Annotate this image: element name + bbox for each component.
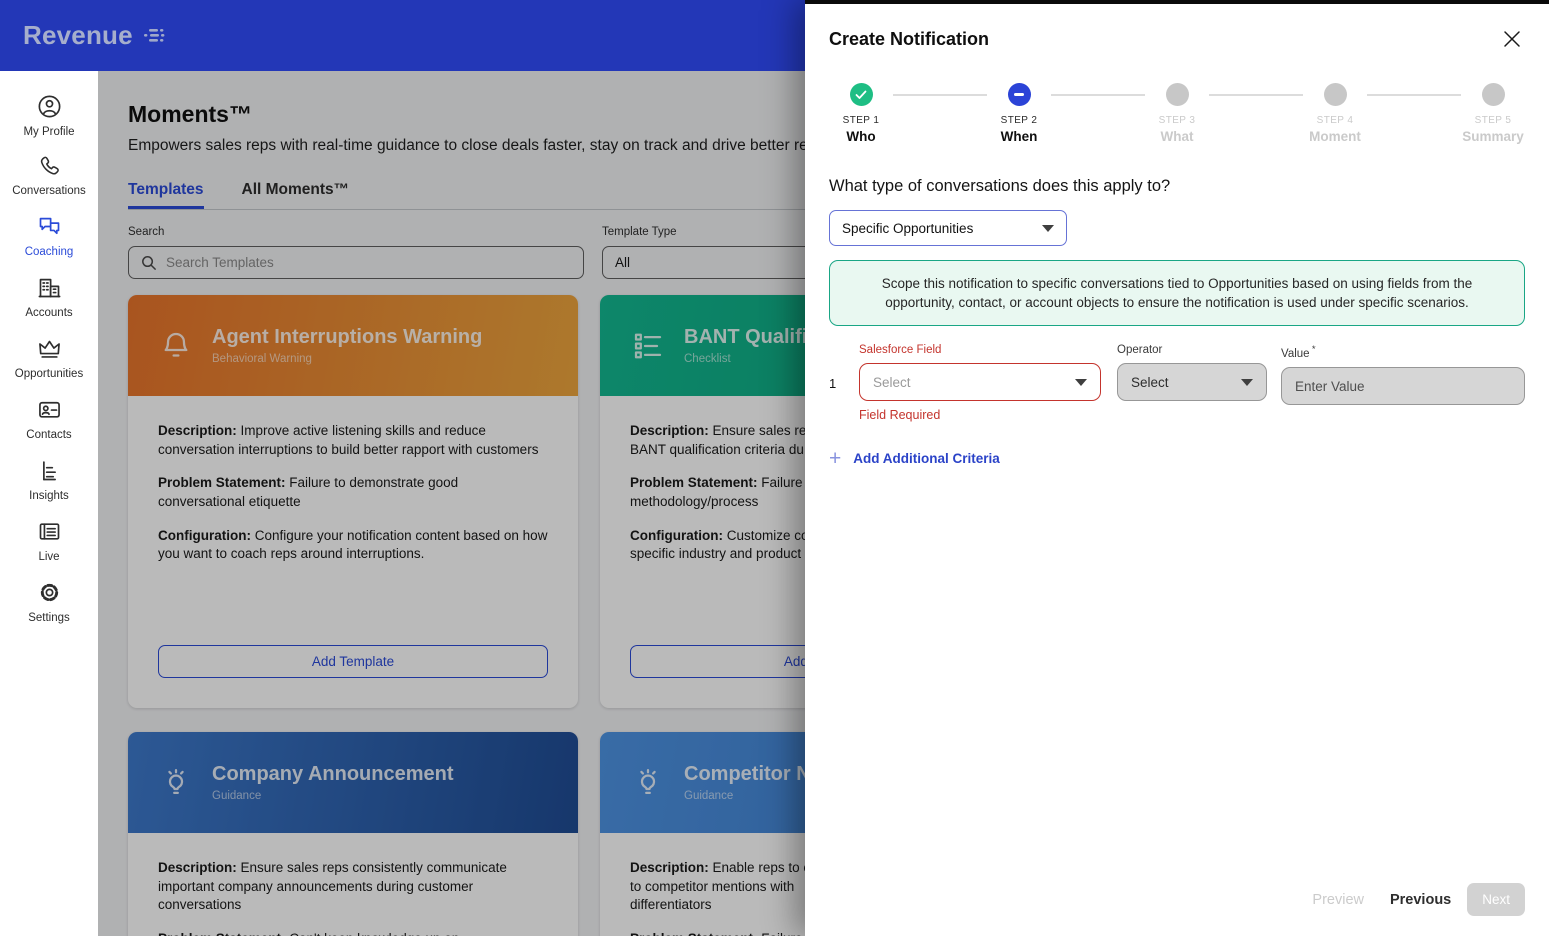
operator-label: Operator: [1117, 344, 1163, 357]
conversation-type-question: What type of conversations does this app…: [829, 177, 1171, 195]
preview-button[interactable]: Preview: [1312, 892, 1364, 908]
next-button[interactable]: Next: [1467, 883, 1525, 916]
step-connector: [1051, 94, 1145, 96]
sidebar-item-label: Conversations: [12, 185, 86, 197]
crown-icon: [38, 340, 60, 358]
step-dot: [1323, 83, 1347, 106]
operator-placeholder: Select: [1131, 374, 1169, 390]
step-connector: [1367, 94, 1461, 96]
create-notification-drawer: Create Notification STEP 1 Who STEP 2 Wh…: [805, 0, 1549, 936]
value-column: Value *: [1281, 344, 1525, 422]
revenue-logo-icon: [143, 28, 165, 42]
step-connector: [1209, 94, 1303, 96]
salesforce-field-placeholder: Select: [873, 374, 911, 390]
profile-icon: [38, 95, 60, 118]
sidebar-item-label: Contacts: [26, 429, 72, 441]
step-summary[interactable]: STEP 5 Summary: [1461, 83, 1525, 144]
add-additional-criteria-label: Add Additional Criteria: [853, 451, 1000, 467]
value-input[interactable]: [1281, 367, 1525, 406]
sidebar-item-label: Settings: [28, 612, 70, 624]
conversation-type-value: Specific Opportunities: [842, 220, 974, 236]
sidebar-item-label: Accounts: [25, 307, 73, 319]
buildings-icon: [38, 278, 60, 298]
drawer-title: Create Notification: [829, 29, 990, 49]
wizard-stepper: STEP 1 Who STEP 2 When STEP 3 What STEP …: [829, 83, 1525, 144]
sidebar-item-my-profile[interactable]: My Profile: [0, 93, 98, 138]
salesforce-field-column: Salesforce Field Select Field Required: [859, 344, 1101, 422]
sidebar-item-label: Opportunities: [14, 368, 84, 380]
criteria-row: 1 Salesforce Field Select Field Required…: [829, 344, 1525, 422]
scope-info-banner: Scope this notification to specific conv…: [829, 260, 1525, 327]
step-name: Who: [846, 129, 876, 144]
step-moment[interactable]: STEP 4 Moment: [1303, 83, 1367, 144]
value-label: Value *: [1281, 344, 1316, 361]
step-who[interactable]: STEP 1 Who: [829, 83, 893, 144]
salesforce-field-select[interactable]: Select: [859, 363, 1101, 402]
sidebar-item-settings[interactable]: Settings: [0, 579, 98, 624]
operator-column: Operator Select: [1117, 344, 1267, 422]
salesforce-field-label: Salesforce Field: [859, 344, 942, 357]
sidebar-item-conversations[interactable]: Conversations: [0, 154, 98, 197]
step-eyebrow: STEP 3: [1158, 115, 1196, 126]
sidebar-item-label: Live: [38, 551, 60, 563]
chat-bubbles-icon: [39, 217, 59, 235]
previous-button[interactable]: Previous: [1390, 892, 1451, 908]
step-eyebrow: STEP 1: [842, 115, 880, 126]
chevron-down-icon: [1241, 378, 1253, 386]
step-current-icon: [1007, 83, 1031, 106]
sidebar-item-accounts[interactable]: Accounts: [0, 274, 98, 319]
step-eyebrow: STEP 4: [1316, 115, 1354, 126]
sidebar-item-contacts[interactable]: Contacts: [0, 396, 98, 441]
add-additional-criteria-link[interactable]: + Add Additional Criteria: [829, 448, 1000, 469]
chevron-down-icon: [1042, 224, 1054, 232]
step-name: Summary: [1462, 129, 1524, 144]
step-eyebrow: STEP 2: [1000, 115, 1038, 126]
step-name: When: [1000, 129, 1038, 144]
sidebar-item-label: Coaching: [24, 246, 74, 258]
step-name: What: [1160, 129, 1194, 144]
step-dot: [1165, 83, 1189, 106]
step-when[interactable]: STEP 2 When: [987, 83, 1051, 144]
phone-icon: [40, 156, 59, 175]
bar-chart-icon: [42, 461, 56, 481]
drawer-footer: Preview Previous Next: [1312, 883, 1525, 916]
criteria-row-number: 1: [829, 376, 837, 392]
field-required-error: Field Required: [859, 408, 941, 423]
step-eyebrow: STEP 5: [1474, 115, 1512, 126]
sidebar-item-coaching[interactable]: Coaching: [0, 213, 98, 258]
revenue-logo: Revenue: [23, 20, 168, 51]
sidebar-item-label: Insights: [29, 490, 69, 502]
required-asterisk: *: [1311, 344, 1316, 356]
step-name: Moment: [1309, 129, 1361, 144]
step-connector: [893, 94, 987, 96]
sidebar-item-opportunities[interactable]: Opportunities: [0, 335, 98, 380]
gear-icon: [40, 583, 58, 602]
sidebar-item-live[interactable]: Live: [0, 518, 98, 563]
step-what[interactable]: STEP 3 What: [1145, 83, 1209, 144]
revenue-logo-text: Revenue: [23, 20, 133, 50]
step-check-icon: [849, 83, 873, 106]
contact-card-icon: [38, 401, 60, 418]
live-panel-icon: [39, 523, 59, 540]
plus-icon: +: [829, 447, 842, 471]
sidebar: My Profile Conversations Coaching Accoun…: [0, 71, 98, 936]
conversation-type-select[interactable]: Specific Opportunities: [829, 210, 1067, 246]
sidebar-item-label: My Profile: [23, 126, 75, 138]
close-icon[interactable]: [1501, 28, 1523, 50]
sidebar-item-insights[interactable]: Insights: [0, 457, 98, 502]
chevron-down-icon: [1075, 378, 1087, 386]
operator-select[interactable]: Select: [1117, 363, 1267, 402]
step-dot: [1481, 83, 1505, 106]
